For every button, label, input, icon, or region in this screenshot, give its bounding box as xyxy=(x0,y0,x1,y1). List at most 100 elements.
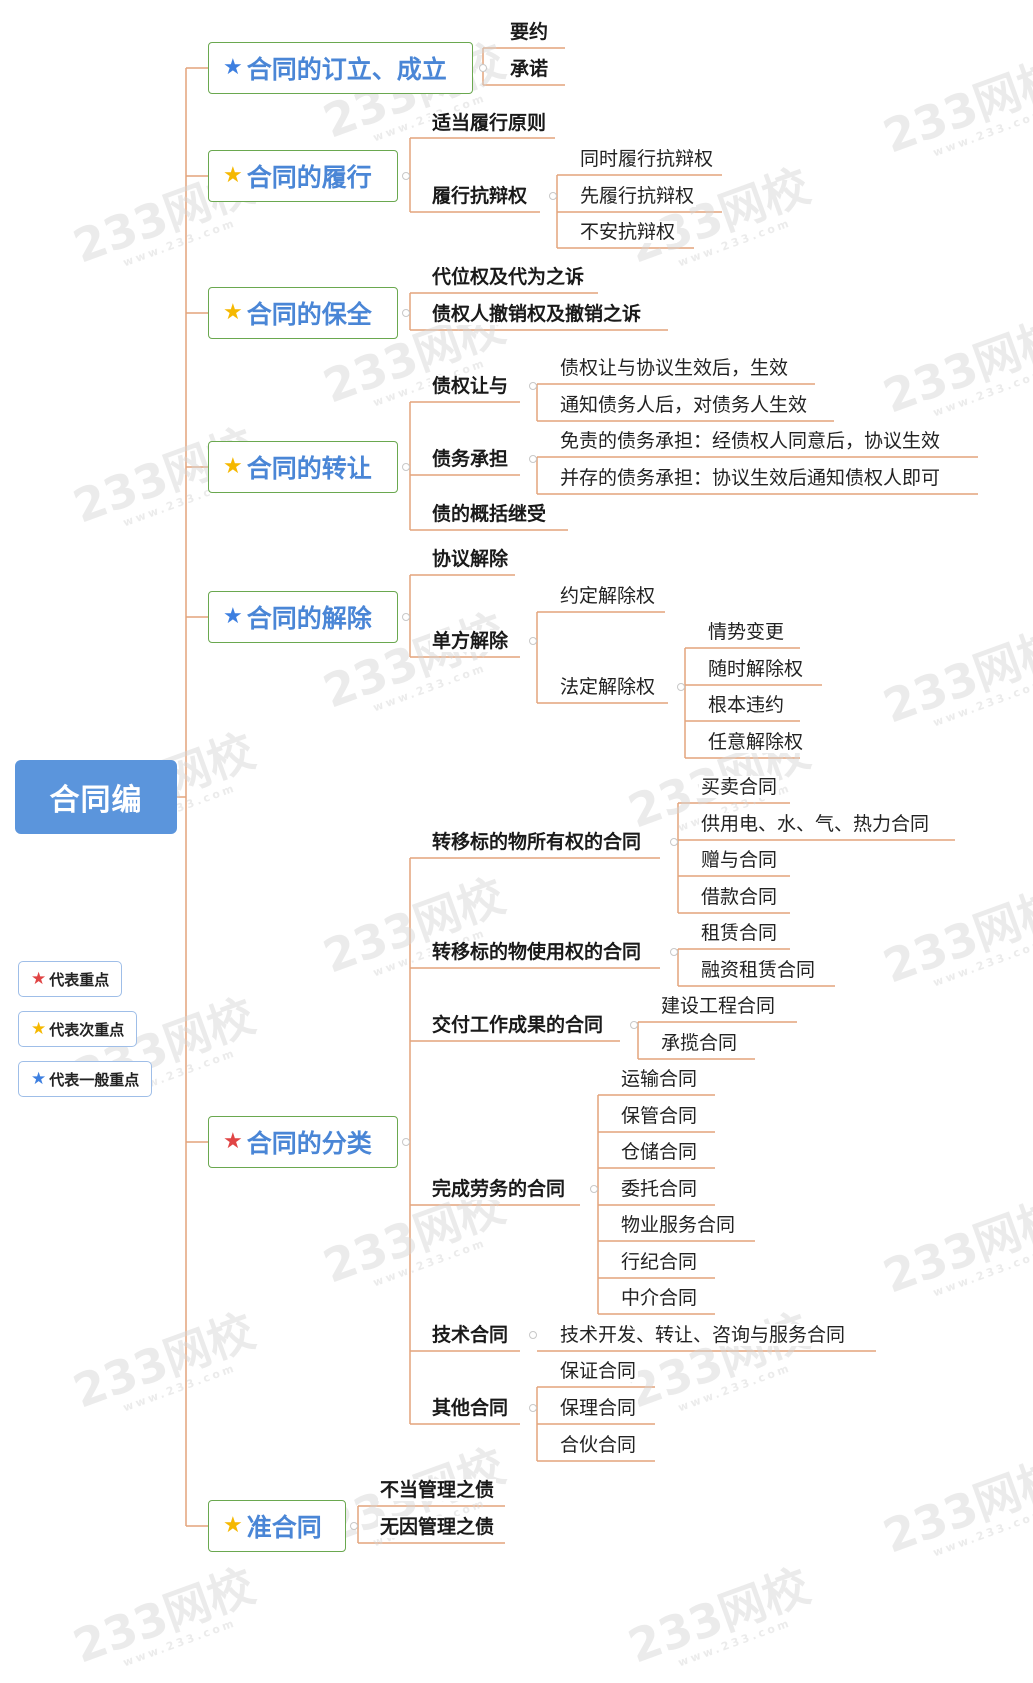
topic-debt-assumption[interactable]: 债务承担 xyxy=(430,448,511,470)
watermark: 233网校www.233.com xyxy=(876,878,1033,994)
topic-service-contracts[interactable]: 完成劳务的合同 xyxy=(430,1178,568,1200)
topic-guarantee-contract[interactable]: 保证合同 xyxy=(558,1360,639,1382)
topic-transport-contract[interactable]: 运输合同 xyxy=(619,1068,700,1090)
topic-work-contract[interactable]: 承揽合同 xyxy=(659,1032,740,1054)
topic-arbitrary-termination[interactable]: 任意解除权 xyxy=(706,731,806,753)
topic-agreed-termination-right[interactable]: 约定解除权 xyxy=(558,585,658,607)
watermark: 233网校www.233.com xyxy=(876,1448,1033,1564)
watermark: 233网校www.233.com xyxy=(621,1558,817,1674)
topic-warehousing-contract[interactable]: 仓储合同 xyxy=(619,1141,700,1163)
legend-key-general: ★ 代表一般重点 xyxy=(18,1061,153,1097)
watermark: 233网校www.233.com xyxy=(876,1188,1033,1304)
topic-ownership-transfer-contracts[interactable]: 转移标的物所有权的合同 xyxy=(430,831,644,853)
collapse-dot-icon[interactable] xyxy=(402,172,410,180)
star-icon: ★ xyxy=(223,1129,243,1154)
topic-lease-contract[interactable]: 租赁合同 xyxy=(699,922,780,944)
topic-fundamental-breach[interactable]: 根本违约 xyxy=(706,694,787,716)
watermark: 233网校www.233.com xyxy=(876,308,1033,424)
watermark: 233网校www.233.com xyxy=(876,48,1033,164)
collapse-dot-icon[interactable] xyxy=(529,637,537,645)
topic-proper-performance[interactable]: 适当履行原则 xyxy=(430,112,549,134)
topic-performance-defense[interactable]: 履行抗辩权 xyxy=(430,185,530,207)
topic-utility-supply-contract[interactable]: 供用电、水、气、热力合同 xyxy=(699,813,932,835)
topic-unjust-enrichment[interactable]: 不当管理之债 xyxy=(378,1479,497,1501)
topic-gift-contract[interactable]: 赠与合同 xyxy=(699,849,780,871)
topic-negotiorum-gestio[interactable]: 无因管理之债 xyxy=(378,1516,497,1538)
collapse-dot-icon[interactable] xyxy=(529,1404,537,1412)
topic-use-right-transfer-contracts[interactable]: 转移标的物使用权的合同 xyxy=(430,941,644,963)
collapse-dot-icon[interactable] xyxy=(529,382,537,390)
topic-acceptance[interactable]: 承诺 xyxy=(508,58,551,80)
watermark: 233网校www.233.com xyxy=(876,618,1033,734)
topic-factoring-contract[interactable]: 保理合同 xyxy=(558,1397,639,1419)
topic-assignment-effect-2[interactable]: 通知债务人后，对债务人生效 xyxy=(558,394,810,416)
collapse-dot-icon[interactable] xyxy=(529,1331,537,1339)
topic-custody-contract[interactable]: 保管合同 xyxy=(619,1105,700,1127)
collapse-dot-icon[interactable] xyxy=(479,64,487,72)
collapse-dot-icon[interactable] xyxy=(670,838,678,846)
collapse-dot-icon[interactable] xyxy=(402,613,410,621)
topic-loan-contract[interactable]: 借款合同 xyxy=(699,886,780,908)
root-topic[interactable]: 合同编 xyxy=(15,760,177,834)
topic-revocation[interactable]: 债权人撤销权及撤销之诉 xyxy=(430,303,644,325)
topic-work-result-contracts[interactable]: 交付工作成果的合同 xyxy=(430,1014,606,1036)
topic-subrogation[interactable]: 代位权及代为之诉 xyxy=(430,266,587,288)
section-contract-termination[interactable]: ★ 合同的解除 xyxy=(208,591,398,643)
topic-assignment-of-claims[interactable]: 债权让与 xyxy=(430,375,511,397)
topic-finance-lease-contract[interactable]: 融资租赁合同 xyxy=(699,959,818,981)
collapse-dot-icon[interactable] xyxy=(590,1185,598,1193)
section-contract-formation[interactable]: ★ 合同的订立、成立 xyxy=(208,42,473,94)
collapse-dot-icon[interactable] xyxy=(350,1522,358,1530)
topic-prior-defense[interactable]: 先履行抗辩权 xyxy=(578,185,697,207)
star-icon: ★ xyxy=(223,55,243,80)
topic-partnership-contract[interactable]: 合伙合同 xyxy=(558,1434,639,1456)
collapse-dot-icon[interactable] xyxy=(402,463,410,471)
topic-property-service-contract[interactable]: 物业服务合同 xyxy=(619,1214,738,1236)
section-contract-classification[interactable]: ★ 合同的分类 xyxy=(208,1116,398,1168)
star-icon: ★ xyxy=(31,1019,47,1039)
topic-technology-contract[interactable]: 技术合同 xyxy=(430,1324,511,1346)
star-icon: ★ xyxy=(31,969,47,989)
star-icon: ★ xyxy=(31,1069,47,1089)
collapse-dot-icon[interactable] xyxy=(402,309,410,317)
topic-entrustment-contract[interactable]: 委托合同 xyxy=(619,1178,700,1200)
watermark: 233网校www.233.com xyxy=(66,1558,262,1674)
watermark: 233网校www.233.com xyxy=(316,868,512,984)
topic-other-contracts[interactable]: 其他合同 xyxy=(430,1397,511,1419)
collapse-dot-icon[interactable] xyxy=(549,192,557,200)
watermark: 233网校www.233.com xyxy=(66,1303,262,1419)
star-icon: ★ xyxy=(223,1513,243,1538)
topic-simultaneous-defense[interactable]: 同时履行抗辩权 xyxy=(578,148,716,170)
topic-insecurity-defense[interactable]: 不安抗辩权 xyxy=(578,221,678,243)
topic-statutory-termination-right[interactable]: 法定解除权 xyxy=(558,676,658,698)
collapse-dot-icon[interactable] xyxy=(529,455,537,463)
legend-key-secondary: ★ 代表次重点 xyxy=(18,1011,138,1047)
collapse-dot-icon[interactable] xyxy=(670,948,678,956)
legend-key-important: ★ 代表重点 xyxy=(18,961,123,997)
topic-mutual-termination[interactable]: 协议解除 xyxy=(430,548,511,570)
topic-termination-at-will[interactable]: 随时解除权 xyxy=(706,658,806,680)
topic-change-of-circumstances[interactable]: 情势变更 xyxy=(706,621,787,643)
topic-technology-sub[interactable]: 技术开发、转让、咨询与服务合同 xyxy=(558,1324,848,1346)
section-quasi-contract[interactable]: ★ 准合同 xyxy=(208,1500,346,1552)
star-icon: ★ xyxy=(223,300,243,325)
topic-unilateral-termination[interactable]: 单方解除 xyxy=(430,630,511,652)
topic-sale-contract[interactable]: 买卖合同 xyxy=(699,776,780,798)
section-contract-performance[interactable]: ★ 合同的履行 xyxy=(208,150,398,202)
section-contract-transfer[interactable]: ★ 合同的转让 xyxy=(208,441,398,493)
topic-construction-contract[interactable]: 建设工程合同 xyxy=(659,995,778,1017)
topic-offer[interactable]: 要约 xyxy=(508,21,551,43)
star-icon: ★ xyxy=(223,454,243,479)
collapse-dot-icon[interactable] xyxy=(677,683,685,691)
star-icon: ★ xyxy=(223,163,243,188)
topic-brokerage-contract[interactable]: 行纪合同 xyxy=(619,1251,700,1273)
topic-intermediary-contract[interactable]: 中介合同 xyxy=(619,1287,700,1309)
topic-exempt-assumption[interactable]: 免责的债务承担：经债权人同意后，协议生效 xyxy=(558,430,943,452)
topic-assignment-effect-1[interactable]: 债权让与协议生效后，生效 xyxy=(558,357,791,379)
topic-general-succession[interactable]: 债的概括继受 xyxy=(430,503,549,525)
collapse-dot-icon[interactable] xyxy=(402,1138,410,1146)
star-icon: ★ xyxy=(223,604,243,629)
collapse-dot-icon[interactable] xyxy=(630,1021,638,1029)
topic-coexisting-assumption[interactable]: 并存的债务承担：协议生效后通知债权人即可 xyxy=(558,467,943,489)
section-contract-preservation[interactable]: ★ 合同的保全 xyxy=(208,287,398,339)
